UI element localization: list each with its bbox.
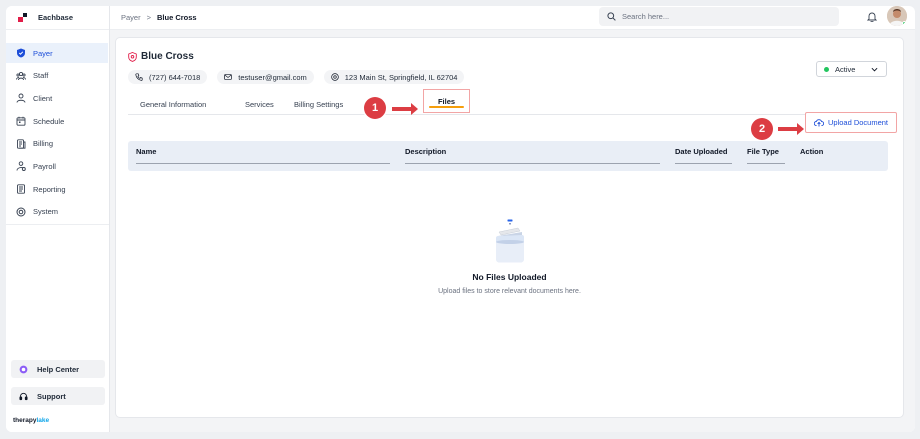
column-label: File Type (747, 147, 779, 156)
payroll-icon (16, 161, 26, 172)
upload-document-button[interactable]: Upload Document (805, 112, 897, 133)
breadcrumb-separator: > (146, 13, 151, 22)
phone-chip[interactable]: (727) 644-7018 (128, 70, 208, 84)
column-divider (136, 163, 390, 164)
column-divider (405, 163, 660, 164)
help-center-label: Help Center (37, 364, 80, 374)
annotation-arrow-2 (778, 123, 804, 135)
sidebar-bottom: Help Center Support therapylake (11, 360, 105, 432)
payer-name: Blue Cross (141, 51, 194, 62)
empty-state-title: No Files Uploaded (472, 272, 547, 282)
help-center-icon (19, 365, 28, 373)
breadcrumb-current: Blue Cross (156, 13, 197, 22)
column-header-date-uploaded[interactable]: Date Uploaded (675, 147, 732, 164)
search-input[interactable]: Search here... (599, 7, 839, 26)
headset-icon (19, 392, 28, 400)
email-text: testuser@gmail.com (238, 72, 307, 82)
email-chip[interactable]: testuser@gmail.com (217, 70, 314, 84)
page-title: Blue Cross (128, 51, 194, 62)
upload-document-label: Upload Document (827, 118, 889, 127)
gear-icon (16, 207, 26, 217)
brand[interactable]: Eachbase (6, 6, 109, 30)
breadcrumb: Payer > Blue Cross (121, 13, 197, 22)
payer-card: Blue Cross (727) 644-7018 testuser@gmail… (115, 37, 904, 418)
address-chip[interactable]: 123 Main St, Springfield, IL 62704 (323, 70, 465, 84)
phone-icon (135, 73, 143, 81)
sidebar: Eachbase Payer Staff Client Schedule Bil… (6, 6, 110, 432)
sidebar-item-label: Reporting (33, 184, 66, 194)
tab-general-information[interactable]: General Information (140, 93, 206, 115)
column-header-description[interactable]: Description (405, 147, 660, 164)
billing-icon (17, 139, 26, 149)
sidebar-item-label: Client (33, 93, 53, 103)
sidebar-item-label: System (33, 207, 59, 217)
client-icon (16, 93, 26, 104)
status-select[interactable]: Active (816, 61, 887, 77)
column-header-action: Action (800, 147, 823, 156)
online-status-dot (902, 21, 907, 26)
avatar[interactable] (887, 6, 907, 26)
column-label: Name (136, 147, 157, 156)
status-dot (824, 66, 829, 72)
search-icon (607, 12, 616, 21)
empty-state: No Files Uploaded Upload files to store … (116, 218, 903, 295)
tab-billing-settings[interactable]: Billing Settings (294, 93, 343, 115)
table-header: Name Description Date Uploaded File Type… (128, 141, 888, 171)
annotation-marker-1: 1 (364, 97, 386, 119)
column-label: Action (800, 147, 824, 156)
empty-folder-illustration-icon (495, 219, 524, 263)
eachbase-logo-icon (18, 12, 28, 23)
annotation-marker-2: 2 (751, 118, 773, 140)
shield-icon (17, 48, 25, 58)
tab-bar: General Information Services Billing Set… (128, 89, 894, 115)
logo-part-therapy: therapy (13, 417, 37, 424)
phone-text: (727) 644-7018 (149, 72, 201, 82)
cloud-upload-icon (813, 119, 824, 127)
column-label: Date Uploaded (675, 147, 728, 156)
therapylake-logo: therapylake (11, 414, 105, 432)
sidebar-item-payer[interactable]: Payer (6, 43, 108, 63)
sidebar-item-label: Billing (33, 139, 54, 149)
sidebar-item-payroll[interactable]: Payroll (6, 156, 108, 176)
tab-files[interactable]: Files (423, 89, 470, 113)
tab-services[interactable]: Services (245, 93, 274, 115)
support-button[interactable]: Support (11, 387, 105, 405)
column-divider (747, 163, 785, 164)
sidebar-item-label: Staff (33, 71, 49, 81)
shield-outline-icon (128, 51, 137, 62)
sidebar-item-label: Payer (33, 48, 53, 58)
sidebar-item-billing[interactable]: Billing (6, 134, 108, 154)
sidebar-item-staff[interactable]: Staff (6, 66, 108, 86)
sidebar-item-reporting[interactable]: Reporting (6, 179, 108, 199)
status-value: Active (835, 64, 856, 74)
sidebar-item-label: Schedule (33, 116, 65, 126)
annotation-arrow-1 (392, 103, 418, 115)
column-header-file-type[interactable]: File Type (747, 147, 785, 164)
column-label: Description (405, 147, 447, 156)
brand-name: Eachbase (38, 13, 74, 22)
column-header-name[interactable]: Name (136, 147, 390, 164)
breadcrumb-root[interactable]: Payer (121, 13, 141, 22)
support-label: Support (37, 391, 66, 401)
calendar-icon (16, 116, 26, 126)
logo-part-lake: lake (36, 417, 50, 424)
contact-chips: (727) 644-7018 testuser@gmail.com 123 Ma… (128, 70, 474, 84)
address-text: 123 Main St, Springfield, IL 62704 (344, 72, 458, 82)
mail-icon (224, 74, 233, 80)
sidebar-item-label: Payroll (33, 161, 56, 171)
bell-icon[interactable] (867, 11, 877, 22)
top-bar: Payer > Blue Cross Search here... (110, 6, 915, 30)
location-pin-icon (331, 73, 339, 81)
staff-icon (16, 71, 26, 80)
sidebar-item-client[interactable]: Client (6, 88, 108, 108)
search-placeholder: Search here... (622, 12, 670, 21)
column-divider (675, 163, 732, 164)
chevron-down-icon (871, 67, 878, 72)
help-center-button[interactable]: Help Center (11, 360, 105, 378)
report-icon (17, 184, 25, 194)
empty-state-subtitle: Upload files to store relevant documents… (438, 288, 581, 295)
sidebar-item-system[interactable]: System (6, 202, 108, 222)
sidebar-nav: Payer Staff Client Schedule Billing Payr… (6, 30, 109, 225)
sidebar-item-schedule[interactable]: Schedule (6, 111, 108, 131)
